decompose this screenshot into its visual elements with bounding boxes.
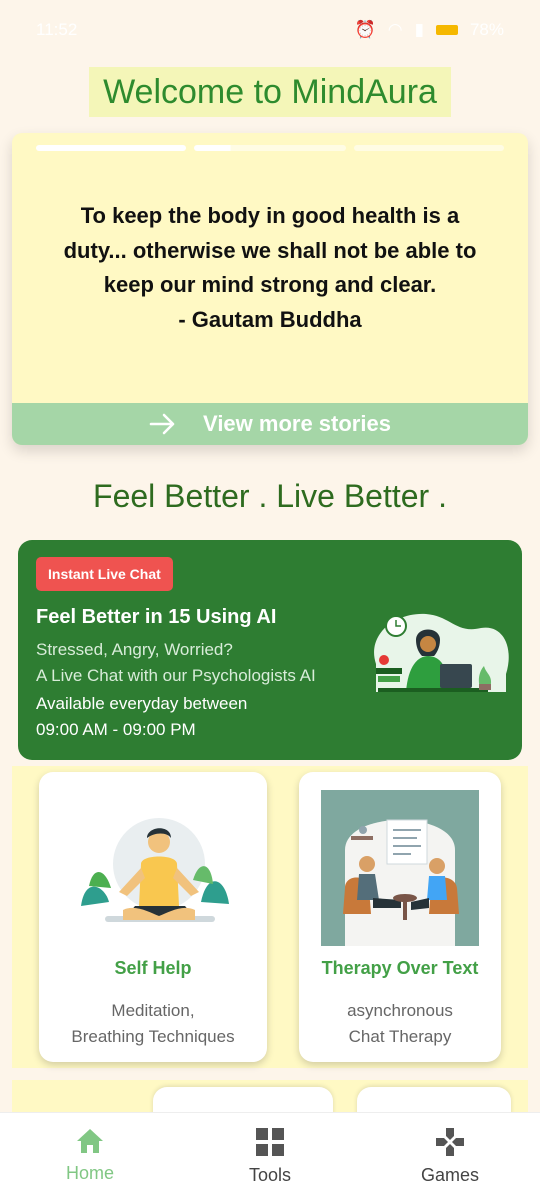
nav-games[interactable]: Games <box>360 1113 540 1200</box>
nav-tools-label: Tools <box>248 1165 292 1185</box>
page-title: Welcome to MindAura <box>89 67 451 117</box>
quote-line: keep our mind strong and clear. <box>103 272 437 297</box>
live-chat-title: Feel Better in 15 Using AI <box>36 606 277 628</box>
story-card[interactable]: To keep the body in good health is a dut… <box>12 133 528 445</box>
view-more-label: View more stories <box>203 411 391 436</box>
status-bar: 11:52 ⏰ ◠ ▮ 78% <box>0 0 540 60</box>
arrow-right-icon <box>149 413 175 435</box>
nav-games-label: Games <box>420 1165 480 1185</box>
alarm-icon: ⏰ <box>354 20 376 39</box>
grid-icon <box>256 1128 284 1156</box>
nav-home[interactable]: Home <box>0 1113 180 1200</box>
view-more-stories-button[interactable]: View more stories <box>12 403 528 445</box>
subtitle-line: Breathing Techniques <box>71 1026 235 1046</box>
live-chat-line: Available everyday between <box>36 694 248 713</box>
story-progress <box>36 145 504 151</box>
bottom-navigation: Home Tools Games <box>0 1112 540 1200</box>
self-help-card[interactable]: Self Help Meditation, Breathing Techniqu… <box>39 772 267 1062</box>
subtitle-line: Chat Therapy <box>348 1026 452 1046</box>
story-quote: To keep the body in good health is a dut… <box>32 199 508 337</box>
self-help-title: Self Help <box>114 958 192 978</box>
wifi-icon: ◠ <box>387 20 403 39</box>
meditation-illustration <box>81 818 229 922</box>
quote-line: To keep the body in good health is a <box>80 203 460 228</box>
live-chat-line: A Live Chat with our Psychologists AI <box>36 666 316 685</box>
battery-icon <box>435 25 458 35</box>
therapy-session-illustration <box>321 790 479 946</box>
story-progress-segment <box>36 145 186 151</box>
home-icon <box>77 1129 103 1153</box>
live-chat-line: Stressed, Angry, Worried? <box>36 640 233 659</box>
status-icons: ⏰ ◠ ▮ 78% <box>355 20 504 40</box>
live-chat-card[interactable]: Instant Live Chat Feel Better in 15 Usin… <box>18 540 522 760</box>
live-chat-line: 09:00 AM - 09:00 PM <box>36 720 196 739</box>
subtitle-line: Meditation, <box>111 1001 195 1020</box>
gamepad-icon <box>436 1128 464 1156</box>
woman-on-phone-illustration <box>374 613 509 692</box>
therapy-over-text-subtitle: asynchronous Chat Therapy <box>299 998 501 1049</box>
nav-tools[interactable]: Tools <box>180 1113 360 1200</box>
status-time: 11:52 <box>36 20 78 39</box>
battery-percent: 78% <box>469 20 504 39</box>
quote-line: duty... otherwise we shall not be able t… <box>63 237 477 263</box>
nav-home-label: Home <box>65 1163 114 1183</box>
subtitle-line: asynchronous <box>347 1001 453 1020</box>
story-progress-segment <box>193 145 347 151</box>
therapy-over-text-title: Therapy Over Text <box>321 958 479 978</box>
tagline: Feel Better . Live Better . <box>93 478 447 514</box>
signal-icon: ▮ <box>414 20 424 39</box>
live-chat-badge: Instant Live Chat <box>36 557 173 591</box>
quote-author: - Gautam Buddha <box>178 306 362 332</box>
therapy-over-text-card[interactable]: Therapy Over Text asynchronous Chat Ther… <box>299 772 501 1062</box>
self-help-subtitle: Meditation, Breathing Techniques <box>39 998 267 1049</box>
story-progress-segment <box>354 145 504 151</box>
